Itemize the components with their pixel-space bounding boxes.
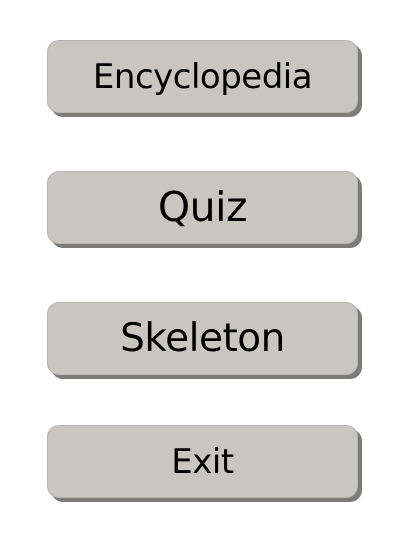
skeleton-button-label: Skeleton (120, 316, 285, 361)
exit-button[interactable]: Exit (47, 425, 358, 498)
main-menu: Encyclopedia Quiz Skeleton Exit (0, 0, 400, 540)
exit-button-label: Exit (171, 441, 234, 482)
quiz-button[interactable]: Quiz (47, 171, 358, 244)
encyclopedia-button-label: Encyclopedia (92, 56, 313, 97)
skeleton-button[interactable]: Skeleton (47, 302, 358, 375)
encyclopedia-button[interactable]: Encyclopedia (47, 40, 358, 113)
quiz-button-label: Quiz (157, 183, 248, 231)
